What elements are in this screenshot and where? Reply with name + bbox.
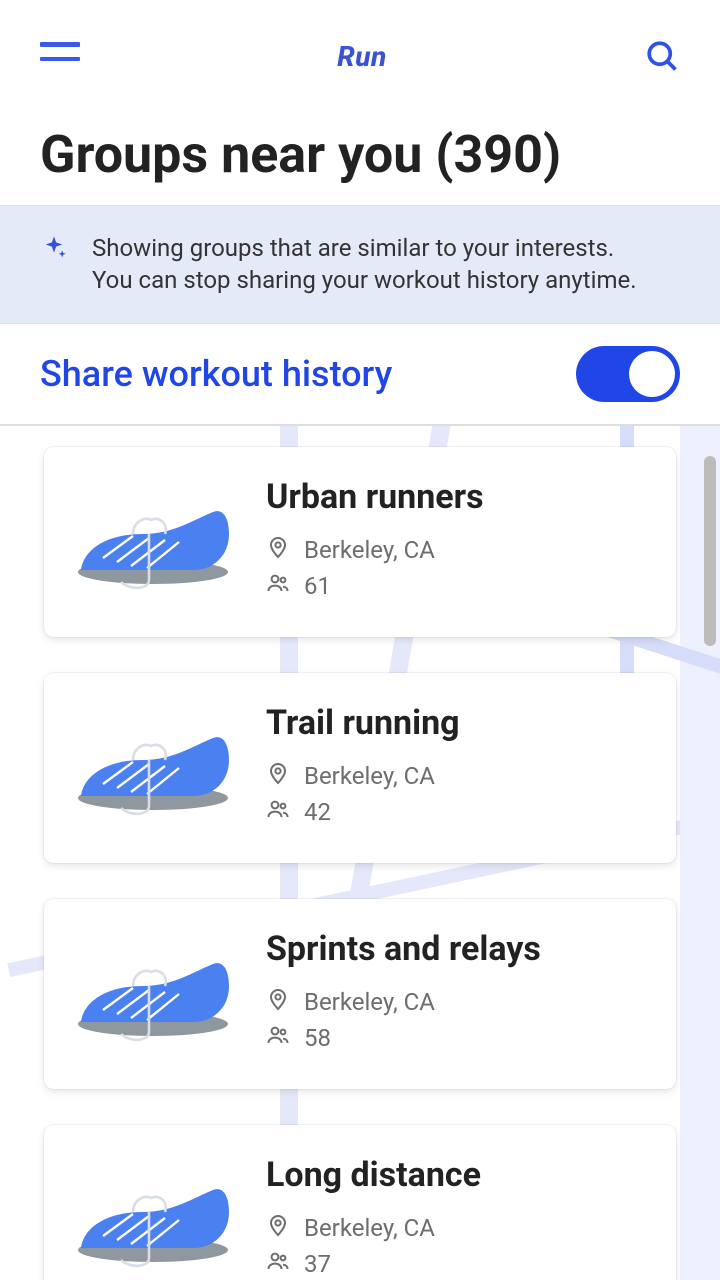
info-banner: Showing groups that are similar to your … <box>0 205 720 324</box>
shoe-icon <box>68 718 238 818</box>
group-location-row: Berkeley, CA <box>266 987 648 1017</box>
group-location-row: Berkeley, CA <box>266 535 648 565</box>
sparkle-icon <box>40 234 68 266</box>
group-members-row: 42 <box>266 797 648 827</box>
group-card[interactable]: Sprints and relays Berkeley, CA 58 <box>44 899 676 1089</box>
top-bar: Run <box>0 0 720 84</box>
group-location: Berkeley, CA <box>304 1214 435 1242</box>
group-card[interactable]: Trail running Berkeley, CA 42 <box>44 673 676 863</box>
app-title: Run <box>337 40 387 73</box>
share-history-row: Share workout history <box>0 324 720 426</box>
group-location: Berkeley, CA <box>304 988 435 1016</box>
share-history-label: Share workout history <box>40 353 392 395</box>
group-location-row: Berkeley, CA <box>266 761 648 791</box>
scrollbar-thumb[interactable] <box>704 456 716 646</box>
group-members: 42 <box>304 798 331 826</box>
group-members: 61 <box>304 572 331 600</box>
group-members-row: 58 <box>266 1023 648 1053</box>
pin-icon <box>266 535 290 565</box>
pin-icon <box>266 761 290 791</box>
group-location: Berkeley, CA <box>304 536 435 564</box>
people-icon <box>266 1249 290 1279</box>
pin-icon <box>266 1213 290 1243</box>
group-name: Urban runners <box>266 477 648 517</box>
group-name: Long distance <box>266 1155 648 1195</box>
people-icon <box>266 797 290 827</box>
search-icon[interactable] <box>644 38 680 74</box>
group-name: Sprints and relays <box>266 929 648 969</box>
hamburger-menu-icon[interactable] <box>40 42 80 70</box>
share-history-toggle[interactable] <box>576 346 680 402</box>
group-card[interactable]: Urban runners Berkeley, CA 61 <box>44 447 676 637</box>
people-icon <box>266 1023 290 1053</box>
group-members-row: 37 <box>266 1249 648 1279</box>
group-card[interactable]: Long distance Berkeley, CA 37 <box>44 1125 676 1280</box>
pin-icon <box>266 987 290 1017</box>
shoe-icon <box>68 944 238 1044</box>
shoe-icon <box>68 1170 238 1270</box>
banner-text: Showing groups that are similar to your … <box>92 232 637 297</box>
group-members: 37 <box>304 1250 331 1278</box>
group-members-row: 61 <box>266 571 648 601</box>
group-location-row: Berkeley, CA <box>266 1213 648 1243</box>
group-members: 58 <box>304 1024 331 1052</box>
page-title: Groups near you (390) <box>0 84 720 205</box>
group-name: Trail running <box>266 703 648 743</box>
shoe-icon <box>68 492 238 592</box>
people-icon <box>266 571 290 601</box>
groups-scroll-area: Urban runners Berkeley, CA 61 Trail runn… <box>0 426 720 1280</box>
page-title-text: Groups near you (390) <box>40 124 561 185</box>
group-location: Berkeley, CA <box>304 762 435 790</box>
